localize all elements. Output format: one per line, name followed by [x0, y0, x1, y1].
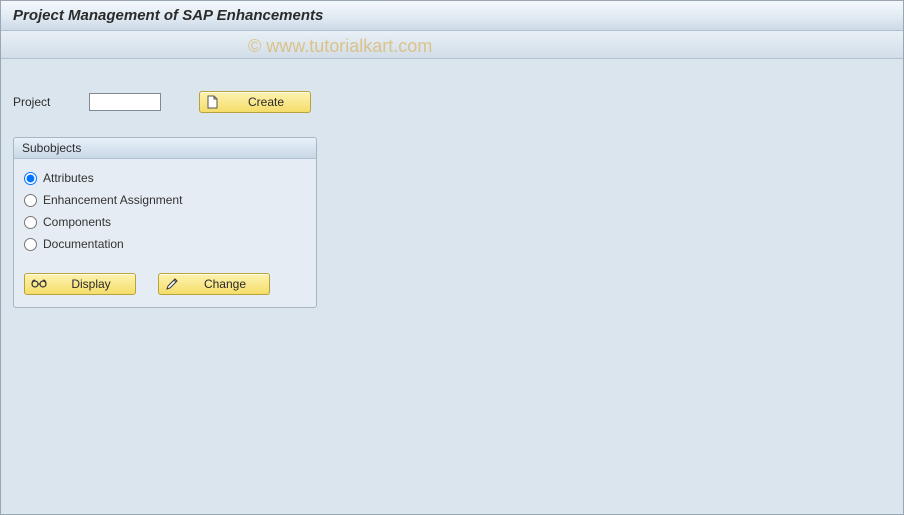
radio-label: Components — [43, 215, 111, 229]
radio-enhancement-assignment-input[interactable] — [24, 194, 37, 207]
radio-documentation-input[interactable] — [24, 238, 37, 251]
radio-label: Documentation — [43, 237, 124, 251]
change-button-label: Change — [187, 277, 263, 291]
pencil-icon — [165, 277, 179, 291]
subobjects-button-row: Display Change — [14, 259, 316, 295]
glasses-icon — [31, 277, 45, 291]
radio-attributes-input[interactable] — [24, 172, 37, 185]
sap-window: Project Management of SAP Enhancements P… — [0, 0, 904, 515]
title-bar: Project Management of SAP Enhancements — [1, 1, 903, 31]
application-toolbar — [1, 31, 903, 59]
subobjects-header: Subobjects — [14, 138, 316, 159]
content-area: Project Create Subobjects Attributes — [1, 59, 903, 320]
radio-documentation[interactable]: Documentation — [24, 233, 306, 255]
change-button[interactable]: Change — [158, 273, 270, 295]
radio-components[interactable]: Components — [24, 211, 306, 233]
radio-label: Enhancement Assignment — [43, 193, 182, 207]
page-title: Project Management of SAP Enhancements — [13, 7, 323, 24]
display-button-label: Display — [53, 277, 129, 291]
radio-components-input[interactable] — [24, 216, 37, 229]
create-button-label: Create — [228, 95, 304, 109]
project-row: Project Create — [13, 91, 891, 113]
project-input[interactable] — [89, 93, 161, 111]
radio-attributes[interactable]: Attributes — [24, 167, 306, 189]
project-label: Project — [13, 95, 75, 109]
subobjects-radio-group: Attributes Enhancement Assignment Compon… — [14, 159, 316, 259]
display-button[interactable]: Display — [24, 273, 136, 295]
create-button[interactable]: Create — [199, 91, 311, 113]
subobjects-panel: Subobjects Attributes Enhancement Assign… — [13, 137, 317, 308]
radio-enhancement-assignment[interactable]: Enhancement Assignment — [24, 189, 306, 211]
new-document-icon — [206, 95, 220, 109]
radio-label: Attributes — [43, 171, 94, 185]
